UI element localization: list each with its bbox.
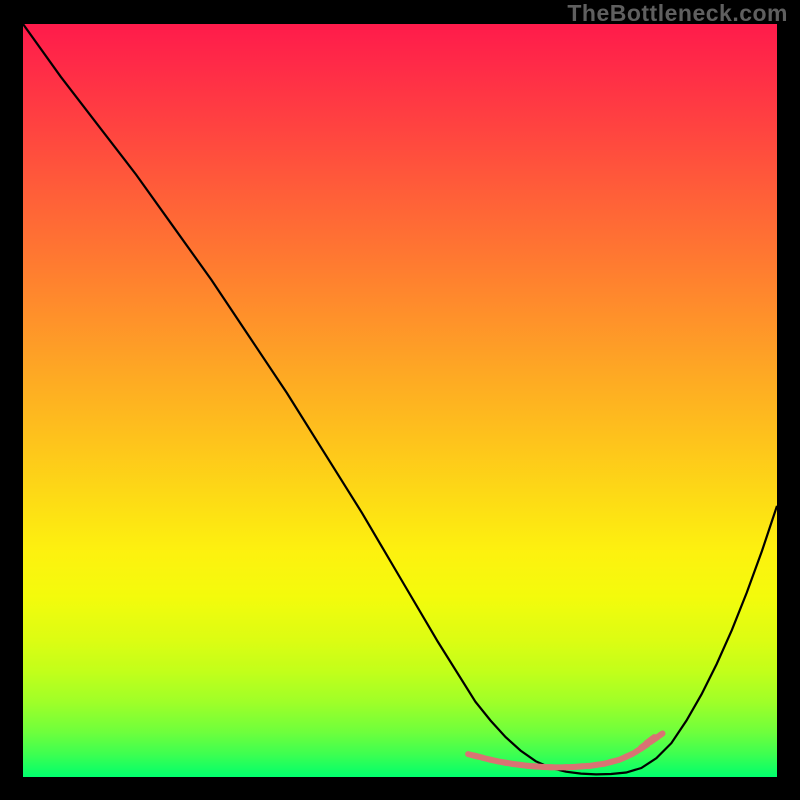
chart-container: TheBottleneck.com [0, 0, 800, 800]
plot-area [23, 24, 777, 777]
marker-band [468, 734, 662, 768]
bottleneck-curve [23, 24, 777, 774]
marker-tick [625, 754, 633, 758]
watermark-text: TheBottleneck.com [567, 0, 788, 27]
curve-layer [23, 24, 777, 777]
